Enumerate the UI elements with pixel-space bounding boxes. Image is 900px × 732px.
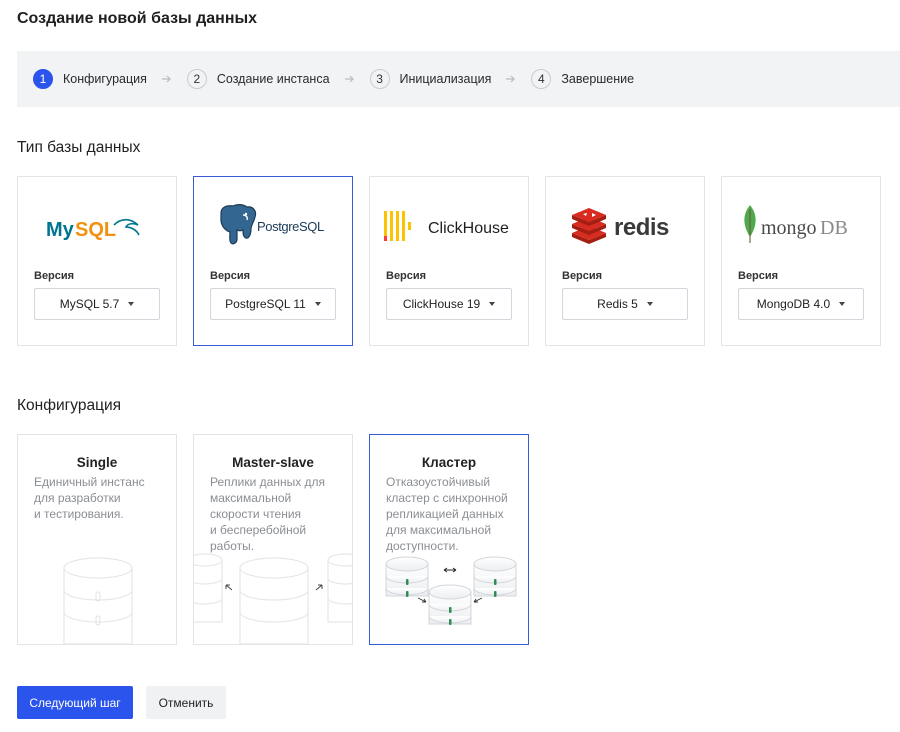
desc-line: Отказоустойчивый <box>386 475 491 489</box>
single-database-icon <box>63 557 133 644</box>
step-label: Создание инстанса <box>216 72 330 86</box>
chevron-down-icon <box>128 302 135 306</box>
desc-line: и бесперебойной <box>210 523 307 537</box>
version-value: MongoDB 4.0 <box>756 297 831 311</box>
step-initialization[interactable]: 3 Инициализация <box>369 69 492 89</box>
version-label: Версия <box>34 270 75 282</box>
mysql-logo-text-my: My <box>46 219 75 241</box>
desc-line: для разработки <box>34 491 121 505</box>
step-label: Инициализация <box>399 72 492 86</box>
version-select-clickhouse[interactable]: ClickHouse 19 <box>386 288 512 320</box>
mysql-logo-text-sql: SQL <box>75 219 116 241</box>
version-value: Redis 5 <box>597 297 638 311</box>
db-card-mysql[interactable]: My SQL Версия MySQL 5.7 <box>17 176 177 346</box>
config-option-single[interactable]: Single Единичный инстанс для разработки … <box>17 434 177 645</box>
version-select-postgresql[interactable]: PostgreSQL 11 <box>210 288 336 320</box>
chevron-down-icon <box>489 302 496 306</box>
elephant-icon <box>220 203 257 244</box>
config-option-description: Отказоустойчивый кластер с синхронной ре… <box>386 474 520 554</box>
desc-line: и тестирования. <box>34 507 124 521</box>
version-select-mysql[interactable]: MySQL 5.7 <box>34 288 160 320</box>
step-number: 3 <box>369 69 390 89</box>
arrow-right-icon <box>152 75 182 83</box>
chevron-down-icon <box>314 302 321 306</box>
version-value: PostgreSQL 11 <box>225 297 306 311</box>
version-value: MySQL 5.7 <box>59 297 120 311</box>
version-value: ClickHouse 19 <box>402 297 481 311</box>
redis-cube-icon <box>572 207 606 244</box>
master-slave-database-icon <box>194 553 352 644</box>
mysql-logo: My SQL <box>18 177 176 272</box>
step-number: 1 <box>33 69 53 89</box>
desc-line: Реплики данных для <box>210 475 326 489</box>
db-card-postgresql[interactable]: PostgreSQL Версия PostgreSQL 11 <box>193 176 353 346</box>
next-step-button[interactable]: Следующий шаг <box>17 686 133 719</box>
svg-text:redis: redis <box>614 214 669 241</box>
db-card-mongodb[interactable]: mongo DB Версия MongoDB 4.0 <box>721 176 881 346</box>
arrow-right-icon <box>335 75 365 83</box>
svg-text:mongo: mongo <box>761 217 817 239</box>
svg-text:DB: DB <box>820 217 848 239</box>
version-select-mongodb[interactable]: MongoDB 4.0 <box>738 288 864 320</box>
step-number: 2 <box>186 69 207 89</box>
chevron-down-icon <box>839 302 846 306</box>
version-label: Версия <box>738 270 779 282</box>
version-label: Версия <box>210 270 251 282</box>
db-card-clickhouse[interactable]: ClickHouse Версия ClickHouse 19 <box>369 176 529 346</box>
desc-line: кластер с синхронной <box>386 491 508 505</box>
step-number: 4 <box>531 69 552 89</box>
page-title: Создание новой базы данных <box>17 10 258 27</box>
chevron-down-icon <box>646 302 653 306</box>
db-type-section-title: Тип базы данных <box>17 139 141 156</box>
postgresql-logo: PostgreSQL <box>194 177 352 272</box>
desc-line: репликацией данных <box>386 507 504 521</box>
desc-line: для максимальной <box>386 523 492 537</box>
version-label: Версия <box>386 270 427 282</box>
cancel-button[interactable]: Отменить <box>146 686 226 719</box>
config-option-title: Кластер <box>421 455 477 470</box>
mongodb-logo: mongo DB <box>722 177 880 272</box>
step-label: Завершение <box>561 72 635 86</box>
config-option-description: Реплики данных для максимальной скорости… <box>210 474 344 554</box>
desc-line: максимальной <box>210 491 292 505</box>
version-label: Версия <box>562 270 603 282</box>
stepper: 1 Конфигурация 2 Создание инстанса 3 Ини… <box>17 51 900 107</box>
cluster-database-icon <box>385 556 517 625</box>
step-completion[interactable]: 4 Завершение <box>531 69 634 89</box>
version-select-redis[interactable]: Redis 5 <box>562 288 688 320</box>
step-label: Конфигурация <box>63 72 147 86</box>
config-option-description: Единичный инстанс для разработки и тести… <box>34 474 168 522</box>
config-option-cluster[interactable]: Кластер Отказоустойчивый кластер с синхр… <box>369 434 529 645</box>
leaf-icon <box>744 204 756 243</box>
arrow-right-icon <box>496 75 526 83</box>
config-option-master-slave[interactable]: Master-slave Реплики данных для максимал… <box>193 434 353 645</box>
db-card-redis[interactable]: redis Версия Redis 5 <box>545 176 705 346</box>
redis-logo: redis <box>546 177 704 272</box>
desc-line: скорости чтения <box>210 507 302 521</box>
step-configuration[interactable]: 1 Конфигурация <box>33 69 147 89</box>
svg-text:ClickHouse: ClickHouse <box>428 220 509 237</box>
config-section-title: Конфигурация <box>17 397 122 414</box>
config-option-title: Single <box>76 455 118 470</box>
config-option-title: Master-slave <box>232 455 314 470</box>
step-instance-creation[interactable]: 2 Создание инстанса <box>186 69 330 89</box>
desc-line: Единичный инстанс <box>34 475 145 489</box>
clickhouse-logo: ClickHouse <box>370 177 528 272</box>
svg-text:PostgreSQL: PostgreSQL <box>257 219 324 234</box>
